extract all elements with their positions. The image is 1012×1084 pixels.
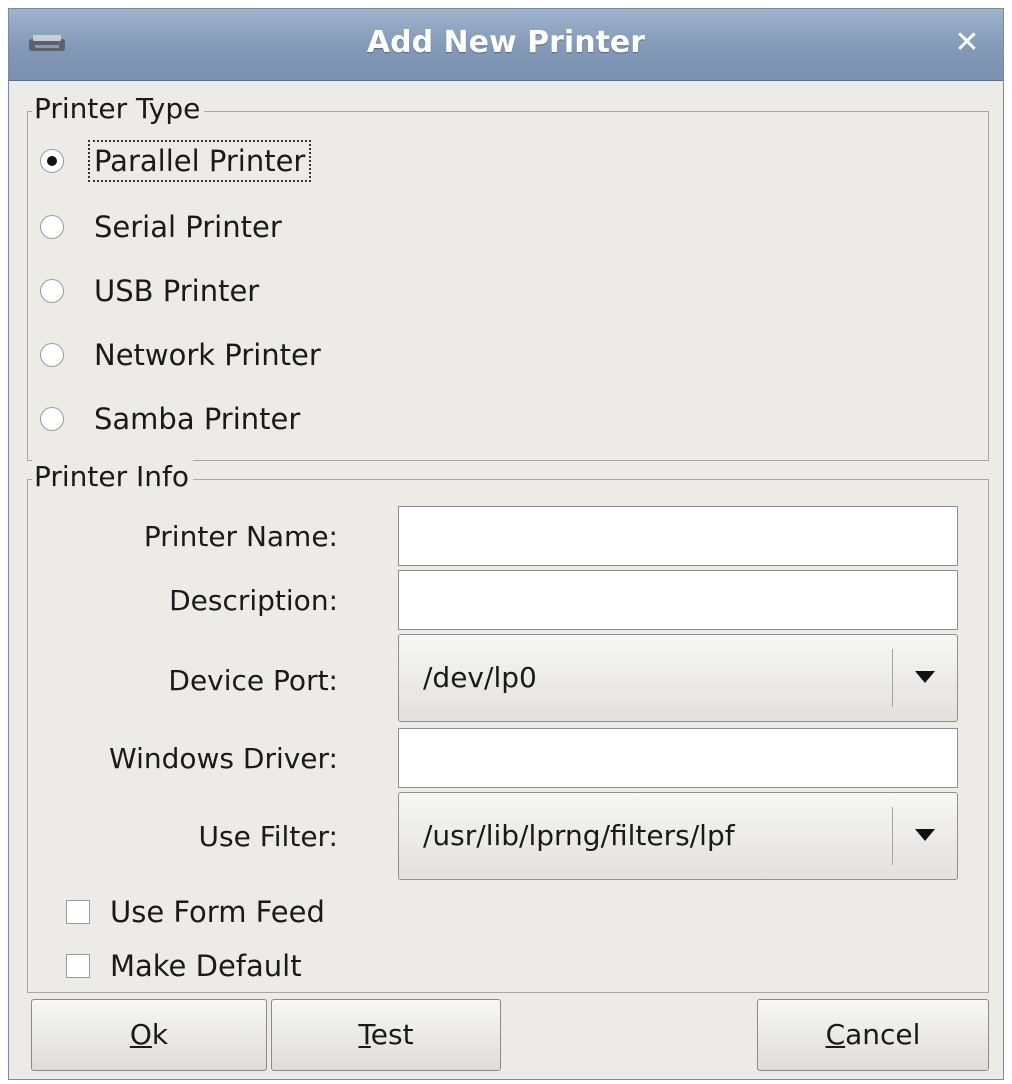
ok-label: k bbox=[151, 1018, 169, 1051]
radio-button[interactable] bbox=[40, 149, 64, 173]
cancel-label: ancel bbox=[845, 1018, 921, 1051]
cancel-button[interactable]: Cancel bbox=[757, 999, 989, 1071]
device-port-value: /dev/lp0 bbox=[423, 661, 537, 694]
make-default-checkbox[interactable] bbox=[66, 954, 90, 978]
add-printer-dialog: Add New Printer ✕ Printer Type Parallel … bbox=[8, 8, 1004, 1080]
windows-driver-label: Windows Driver: bbox=[109, 742, 338, 775]
radio-parallel-printer[interactable]: Parallel Printer bbox=[40, 136, 312, 186]
description-label: Description: bbox=[169, 584, 338, 617]
use-filter-value: /usr/lib/lprng/filters/lpf bbox=[423, 819, 735, 852]
description-input[interactable] bbox=[398, 570, 958, 630]
use-filter-label: Use Filter: bbox=[198, 820, 339, 853]
use-form-feed-label: Use Form Feed bbox=[110, 895, 325, 929]
make-default-label: Make Default bbox=[110, 949, 302, 983]
printer-type-legend: Printer Type bbox=[32, 92, 205, 126]
radio-button[interactable] bbox=[40, 343, 64, 367]
test-button[interactable]: Test bbox=[271, 999, 501, 1071]
use-filter-combo[interactable]: /usr/lib/lprng/filters/lpf bbox=[398, 792, 958, 880]
test-mnemonic: T bbox=[358, 1018, 371, 1051]
windows-driver-input[interactable] bbox=[398, 728, 958, 788]
printer-info-legend: Printer Info bbox=[32, 460, 194, 494]
use-form-feed-checkbox-row[interactable]: Use Form Feed bbox=[66, 890, 325, 934]
radio-button[interactable] bbox=[40, 407, 64, 431]
radio-usb-printer[interactable]: USB Printer bbox=[40, 266, 265, 316]
title-bar[interactable]: Add New Printer ✕ bbox=[9, 9, 1003, 81]
radio-label: Network Printer bbox=[94, 338, 321, 372]
combo-separator bbox=[892, 807, 893, 865]
device-port-label: Device Port: bbox=[168, 664, 338, 697]
radio-button[interactable] bbox=[40, 215, 64, 239]
printer-info-group: Printer Info Printer Name: Description: … bbox=[27, 460, 989, 993]
make-default-checkbox-row[interactable]: Make Default bbox=[66, 944, 302, 988]
test-label: est bbox=[370, 1018, 414, 1051]
radio-label: Samba Printer bbox=[94, 402, 301, 436]
radio-serial-printer[interactable]: Serial Printer bbox=[40, 202, 288, 252]
radio-network-printer[interactable]: Network Printer bbox=[40, 330, 327, 380]
radio-button[interactable] bbox=[40, 279, 64, 303]
chevron-down-icon[interactable] bbox=[915, 829, 935, 841]
printer-type-group: Printer Type Parallel Printer Serial Pri… bbox=[27, 92, 989, 461]
cancel-mnemonic: C bbox=[825, 1018, 846, 1051]
chevron-down-icon[interactable] bbox=[915, 671, 935, 683]
printer-name-label: Printer Name: bbox=[143, 520, 338, 553]
ok-mnemonic: O bbox=[129, 1018, 152, 1051]
close-icon[interactable]: ✕ bbox=[947, 23, 987, 63]
device-port-combo[interactable]: /dev/lp0 bbox=[398, 634, 958, 722]
radio-label: Parallel Printer bbox=[88, 140, 312, 182]
radio-label: Serial Printer bbox=[94, 210, 282, 244]
radio-samba-printer[interactable]: Samba Printer bbox=[40, 394, 306, 444]
printer-name-input[interactable] bbox=[398, 506, 958, 566]
radio-label: USB Printer bbox=[94, 274, 260, 308]
ok-button[interactable]: Ok bbox=[31, 999, 267, 1071]
use-form-feed-checkbox[interactable] bbox=[66, 900, 90, 924]
window-title: Add New Printer bbox=[366, 25, 646, 60]
combo-separator bbox=[892, 649, 893, 707]
